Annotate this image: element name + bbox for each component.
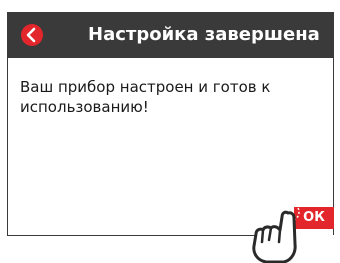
- completion-message: Ваш прибор настроен и готов к использова…: [20, 78, 271, 116]
- back-button[interactable]: [21, 24, 43, 46]
- dialog-header: Настройка завершена: [8, 12, 333, 58]
- screen-bottom-border: [7, 235, 262, 236]
- hand-pointer-icon: [252, 202, 300, 263]
- page-title: Настройка завершена: [88, 24, 320, 45]
- chevron-left-icon: [26, 27, 36, 43]
